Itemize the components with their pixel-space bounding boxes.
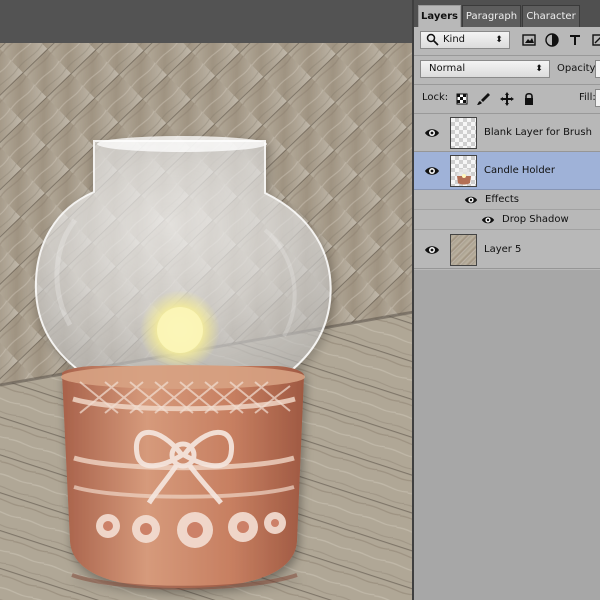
type-filter-icon[interactable] — [567, 32, 583, 48]
document-canvas[interactable] — [0, 0, 414, 600]
lock-move-icon[interactable] — [499, 91, 515, 107]
candle-holder-thumbnail-art — [456, 169, 472, 185]
layers-list: Blank Layer for Brush Candle Holder Effe… — [414, 114, 600, 600]
lock-label: Lock: — [422, 92, 449, 103]
blend-mode-select[interactable]: Normal ⬍ — [420, 60, 550, 78]
kind-filter-arrow-icon: ⬍ — [495, 35, 503, 45]
candle-holder-artwork — [0, 0, 414, 600]
drop-shadow-visibility-eye-icon[interactable] — [481, 213, 495, 227]
search-icon — [426, 33, 439, 46]
layer-row-candle-holder[interactable]: Candle Holder — [414, 152, 600, 190]
blend-mode-value: Normal — [429, 63, 466, 74]
fill-label: Fill: — [579, 92, 596, 103]
candle-holder-thumbnail — [450, 155, 477, 187]
drop-shadow-label: Drop Shadow — [502, 214, 569, 225]
layer-name: Layer 5 — [484, 244, 522, 255]
wood-thumbnail — [450, 234, 477, 266]
layer-filter-row: Kind ⬍ — [414, 27, 600, 56]
tab-character[interactable]: Character — [522, 5, 580, 27]
opacity-label: Opacity: — [557, 63, 599, 74]
panel-tabs: Layers Paragraph Character — [414, 0, 600, 27]
adjustment-filter-icon[interactable] — [544, 32, 560, 48]
visibility-eye-icon[interactable] — [424, 125, 440, 141]
drop-shadow-row[interactable]: Drop Shadow — [414, 210, 600, 230]
effects-visibility-eye-icon[interactable] — [464, 193, 478, 207]
transparent-thumbnail — [450, 117, 477, 149]
tab-paragraph[interactable]: Paragraph — [462, 5, 521, 27]
effects-row[interactable]: Effects — [414, 190, 600, 210]
layer-row-blank-layer-for-brush[interactable]: Blank Layer for Brush — [414, 114, 600, 152]
kind-filter-label: Kind — [443, 34, 466, 45]
lock-transparent-icon[interactable] — [454, 91, 470, 107]
opacity-field[interactable] — [595, 60, 600, 78]
blend-mode-row: Normal ⬍ Opacity: — [414, 56, 600, 85]
tab-layers[interactable]: Layers — [418, 5, 461, 27]
lock-all-icon[interactable] — [521, 91, 537, 107]
visibility-eye-icon[interactable] — [424, 163, 440, 179]
layers-panel-body: Kind ⬍ Normal ⬍ Opacity: Lock: Fill: Bla… — [414, 27, 600, 600]
layer-name: Candle Holder — [484, 165, 555, 176]
empty-layer-space — [414, 270, 600, 600]
fill-field[interactable] — [595, 89, 600, 107]
effects-label: Effects — [485, 194, 519, 205]
kind-filter-select[interactable]: Kind ⬍ — [420, 31, 510, 49]
shape-filter-icon[interactable] — [590, 32, 600, 48]
lock-row: Lock: Fill: — [414, 85, 600, 114]
visibility-eye-icon[interactable] — [424, 242, 440, 258]
photoshop-workspace: Layers Paragraph Character Kind ⬍ Normal… — [0, 0, 600, 600]
layer-row-layer-5[interactable]: Layer 5 — [414, 231, 600, 269]
layers-panel: Layers Paragraph Character Kind ⬍ Normal… — [414, 0, 600, 600]
lock-brush-icon[interactable] — [476, 91, 492, 107]
blend-mode-arrow-icon: ⬍ — [535, 64, 543, 74]
image-filter-icon[interactable] — [521, 32, 537, 48]
layer-name: Blank Layer for Brush — [484, 127, 592, 138]
